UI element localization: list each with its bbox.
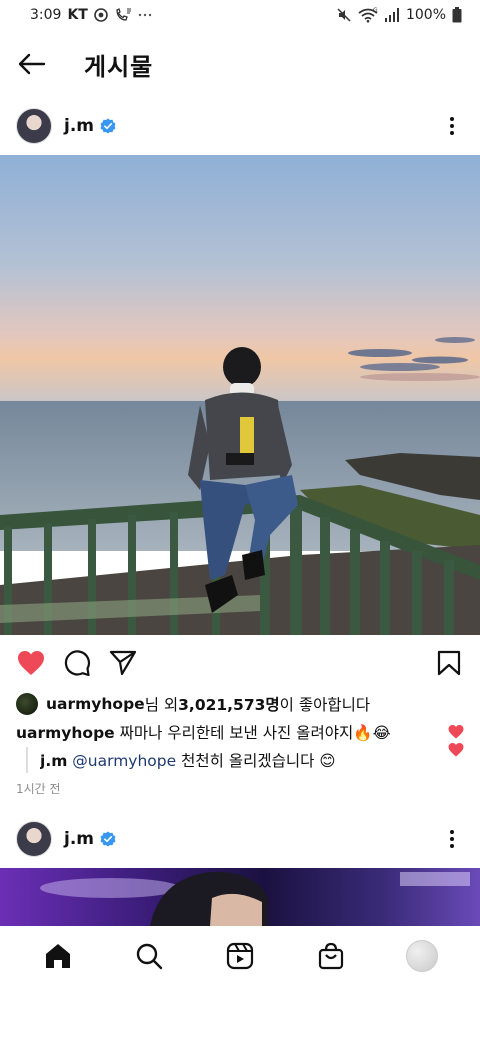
more-options-button[interactable] [440,827,464,851]
battery-percent: 100% [405,7,446,23]
verified-badge-icon [100,831,116,847]
more-dots-icon [138,12,152,18]
search-icon [136,943,162,970]
back-button[interactable] [0,36,64,92]
comment-username[interactable]: uarmyhope [16,724,115,742]
status-left: 3:09 KT [30,7,152,23]
like-button[interactable] [16,648,46,678]
nav-search[interactable] [125,932,173,980]
avatar[interactable] [16,108,52,144]
comment-button[interactable] [62,648,92,678]
more-vertical-icon [450,830,454,848]
likes-summary[interactable]: uarmyhope 님 외 3,021,573명 이 좋아합니다 [16,692,464,716]
liker-username[interactable]: uarmyhope [46,695,145,713]
avatar[interactable] [16,821,52,857]
comment-item: uarmyhope 짜마나 우리한테 보낸 사진 올려야지🔥😂 [16,719,464,745]
more-vertical-icon [450,117,454,135]
nav-home[interactable] [34,932,82,980]
phone-call-icon [114,8,132,22]
battery-icon [452,7,462,23]
home-icon [45,944,70,968]
shop-bag-icon [319,942,344,970]
likes-text-end: 이 좋아합니다 [279,696,371,714]
post-timestamp: 1시간 전 [16,782,61,796]
reply-emoji: 😊 [319,752,336,770]
arrow-left-icon [18,53,46,75]
bottom-navigation [0,926,480,986]
carrier: KT [67,7,88,23]
post-actions [0,645,480,681]
reply-mention[interactable]: @uarmyhope [67,752,176,770]
reply-body: 천천히 올리겠습니다 [176,752,320,770]
paper-plane-icon [109,650,137,676]
page-title: 게시물 [84,52,154,81]
signal-icon [384,8,400,22]
nav-profile[interactable] [398,932,446,980]
liker-avatar [16,693,38,715]
comment-like-heart-icon[interactable] [448,724,464,740]
post-header-2: j.m [0,811,480,867]
post-photo-image [0,155,480,635]
reels-icon [226,942,254,970]
likes-count[interactable]: 3,021,573명 [178,693,280,715]
nav-reels[interactable] [216,932,264,980]
nav-shop[interactable] [307,932,355,980]
post-username[interactable]: j.m [64,116,94,136]
reply-item: j.m @uarmyhope 천천히 올리겠습니다 😊 [26,743,464,773]
kt-app-icon [94,8,108,22]
more-options-button[interactable] [440,114,464,138]
post-photo[interactable] [0,155,480,635]
save-button[interactable] [434,648,464,678]
top-header: 게시물 [0,36,480,92]
verified-badge-icon [100,118,116,134]
status-bar: 3:09 KT G 100% [0,0,480,30]
post-header: j.m [0,98,480,154]
post-photo-2[interactable] [0,868,480,926]
comment-emoji: 🔥😂 [353,724,391,742]
likes-text-mid: 님 외 [144,696,179,714]
comment-bubble-icon [64,650,91,677]
comment-text: uarmyhope 짜마나 우리한테 보낸 사진 올려야지🔥😂 [16,721,440,743]
comment-body: 짜마나 우리한테 보낸 사진 올려야지 [114,724,354,742]
profile-avatar [406,940,439,972]
reply-like-heart-icon[interactable] [448,742,464,758]
post-photo-2-image [40,871,470,926]
svg-text:G: G [373,7,378,14]
wifi-icon: G [358,7,378,23]
share-button[interactable] [108,648,138,678]
reply-username[interactable]: j.m [40,752,67,770]
clock: 3:09 [30,7,62,23]
status-right: G 100% [336,7,462,23]
mute-icon [336,7,352,23]
reply-text: j.m @uarmyhope 천천히 올리겠습니다 😊 [40,749,440,771]
post-username[interactable]: j.m [64,829,94,849]
bookmark-icon [437,650,461,676]
heart-filled-icon [18,651,44,675]
